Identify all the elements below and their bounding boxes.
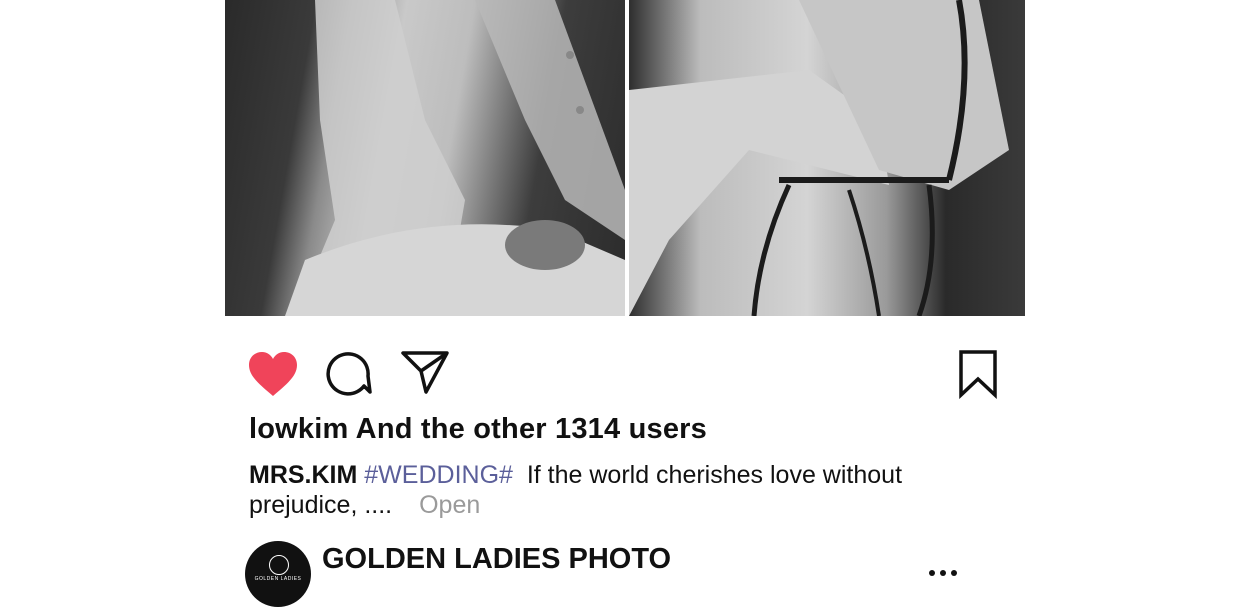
paper-plane-icon[interactable] bbox=[400, 349, 450, 395]
bookmark-icon[interactable] bbox=[958, 349, 998, 399]
post-photo-right[interactable] bbox=[629, 0, 1025, 316]
post-photo-carousel[interactable] bbox=[225, 0, 1025, 316]
heart-icon[interactable] bbox=[247, 350, 299, 398]
more-dot bbox=[940, 570, 946, 576]
caption-hashtag[interactable]: #WEDDING# bbox=[364, 461, 513, 489]
more-dot bbox=[951, 570, 957, 576]
caption-open-link[interactable]: Open bbox=[419, 491, 480, 519]
photo-right-illustration bbox=[629, 0, 1009, 316]
more-dots-icon[interactable] bbox=[926, 566, 960, 580]
photo-left-illustration bbox=[285, 0, 625, 316]
post-caption: MRS.KIM #WEDDING# If the world cherishes… bbox=[249, 460, 989, 520]
account-name[interactable]: GOLDEN LADIES PHOTO bbox=[322, 543, 671, 576]
more-dot bbox=[929, 570, 935, 576]
likes-summary[interactable]: lowkim And the other 1314 users bbox=[249, 413, 707, 446]
speech-bubble-icon[interactable] bbox=[326, 350, 372, 396]
avatar-logo-text: GOLDEN LADIES bbox=[254, 576, 302, 582]
avatar-logo-mark bbox=[269, 555, 289, 575]
caption-username[interactable]: MRS.KIM bbox=[249, 461, 357, 489]
post-photo-left[interactable] bbox=[225, 0, 625, 316]
account-avatar[interactable]: GOLDEN LADIES bbox=[245, 541, 311, 607]
